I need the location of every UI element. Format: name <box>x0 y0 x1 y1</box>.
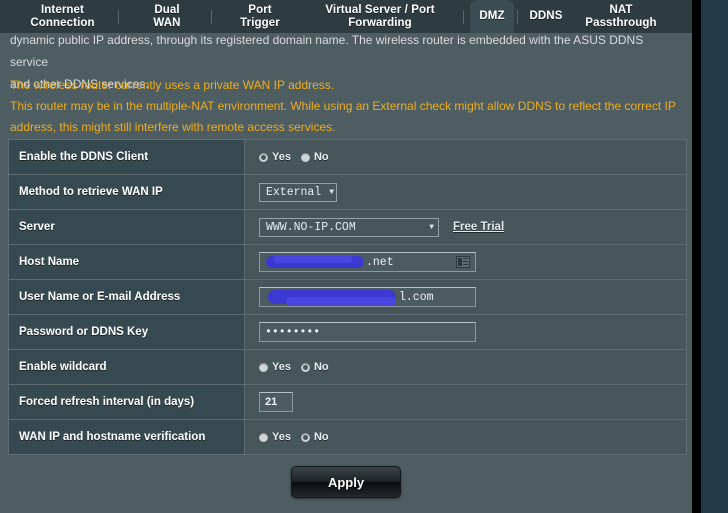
radio-label: Yes <box>272 361 291 373</box>
radio-group-enable-wildcard: Yes No <box>259 361 339 373</box>
tab-label-line2: Connection <box>30 16 95 29</box>
row-value-enable-wildcard: Yes No <box>245 350 686 384</box>
row-label-user-name: User Name or E-mail Address <box>9 280 245 314</box>
apply-button[interactable]: Apply <box>291 466 401 498</box>
radio-indicator <box>259 152 268 162</box>
table-row: Password or DDNS Key •••••••• <box>9 315 686 350</box>
user-name-value: l.com <box>399 290 434 304</box>
radio-indicator <box>300 432 310 442</box>
select-value: External <box>266 185 322 199</box>
contact-card-icon[interactable] <box>456 256 470 268</box>
tab-label-line2: WAN <box>153 16 181 29</box>
row-value-enable-ddns-client: Yes No <box>245 140 686 174</box>
table-row: Host Name .net <box>9 245 686 280</box>
radio-wan-ip-verification-no[interactable]: No <box>300 431 329 443</box>
row-value-forced-refresh: 21 <box>245 385 686 419</box>
warning-messages: The wireless router currently uses a pri… <box>10 75 682 138</box>
row-label-server: Server <box>9 210 245 244</box>
content-panel: Internet Connection Dual WAN Port Trigge… <box>0 0 692 513</box>
password-input[interactable]: •••••••• <box>259 322 476 342</box>
host-name-value: .net <box>366 255 394 269</box>
forced-refresh-input[interactable]: 21 <box>259 392 293 412</box>
radio-label: No <box>313 151 329 163</box>
tab-label-line1: DMZ <box>479 10 505 23</box>
tab-label-line1: DDNS <box>529 10 563 23</box>
redaction-overlay <box>274 255 352 263</box>
tab-separator <box>517 10 518 24</box>
tab-label-line1: Virtual Server / Port <box>325 4 435 16</box>
radio-label: Yes <box>272 151 291 163</box>
tab-separator <box>211 10 212 24</box>
chevron-down-icon: ▼ <box>429 222 434 232</box>
forced-refresh-value: 21 <box>265 396 278 408</box>
tab-label-line1: NAT <box>609 4 633 16</box>
radio-enable-wildcard-yes[interactable]: Yes <box>259 361 291 373</box>
row-value-method-wan-ip: External ▼ <box>245 175 686 209</box>
row-label-forced-refresh: Forced refresh interval (in days) <box>9 385 245 419</box>
table-row: User Name or E-mail Address l.com <box>9 280 686 315</box>
select-server[interactable]: WWW.NO-IP.COM ▼ <box>259 217 439 237</box>
table-row: Enable the DDNS Client Yes No <box>9 140 686 175</box>
radio-indicator <box>300 152 310 162</box>
tab-label-line1: Port <box>248 4 272 16</box>
tab-label-line1: Internet <box>41 4 84 16</box>
radio-label: No <box>313 361 329 373</box>
free-trial-link[interactable]: Free Trial <box>453 221 504 233</box>
tab-separator <box>118 10 119 24</box>
redaction-overlay <box>286 297 396 306</box>
radio-indicator <box>259 362 268 372</box>
table-row: Server WWW.NO-IP.COM ▼ Free Trial <box>9 210 686 245</box>
radio-enable-wildcard-no[interactable]: No <box>300 361 329 373</box>
radio-enable-ddns-client-yes[interactable]: Yes <box>259 151 291 163</box>
tab-label-line2: Trigger <box>240 16 280 29</box>
warning-multiple-nat-line2: address, this might still interfere with… <box>10 120 336 134</box>
panel-right-edge <box>692 0 701 513</box>
table-row: Method to retrieve WAN IP External ▼ <box>9 175 686 210</box>
row-value-password: •••••••• <box>245 315 686 349</box>
table-row: Enable wildcard Yes No <box>9 350 686 385</box>
row-label-password: Password or DDNS Key <box>9 315 245 349</box>
apply-button-container: Apply <box>0 466 692 498</box>
row-value-host-name: .net <box>245 245 686 279</box>
tab-label-line2: Passthrough <box>585 16 657 29</box>
table-row: WAN IP and hostname verification Yes No <box>9 420 686 455</box>
warning-private-wan-ip: The wireless router currently uses a pri… <box>10 78 335 92</box>
tab-label-line1: Dual <box>154 4 180 16</box>
row-value-wan-ip-verification: Yes No <box>245 420 686 454</box>
page-background-right <box>701 0 728 513</box>
intro-line-1: dynamic public IP address, through its r… <box>10 33 644 69</box>
radio-label: No <box>313 431 329 443</box>
row-label-enable-ddns-client: Enable the DDNS Client <box>9 140 245 174</box>
radio-group-wan-ip-verification: Yes No <box>259 431 339 443</box>
row-label-method-wan-ip: Method to retrieve WAN IP <box>9 175 245 209</box>
router-admin-screen: Internet Connection Dual WAN Port Trigge… <box>0 0 728 513</box>
tab-separator <box>463 10 464 24</box>
password-value: •••••••• <box>265 325 321 339</box>
chevron-down-icon: ▼ <box>329 187 335 197</box>
warning-multiple-nat-line1: This router may be in the multiple-NAT e… <box>10 99 676 113</box>
radio-label: Yes <box>272 431 291 443</box>
row-label-enable-wildcard: Enable wildcard <box>9 350 245 384</box>
radio-group-enable-ddns-client: Yes No <box>259 151 339 163</box>
host-name-input[interactable]: .net <box>259 252 476 272</box>
radio-indicator <box>259 432 268 442</box>
row-label-host-name: Host Name <box>9 245 245 279</box>
radio-wan-ip-verification-yes[interactable]: Yes <box>259 431 291 443</box>
select-value: WWW.NO-IP.COM <box>266 220 356 234</box>
row-value-user-name: l.com <box>245 280 686 314</box>
radio-indicator <box>300 362 310 372</box>
tab-label-line2: Forwarding <box>348 16 412 29</box>
ddns-settings-table: Enable the DDNS Client Yes No Method to … <box>8 139 687 455</box>
row-value-server: WWW.NO-IP.COM ▼ Free Trial <box>245 210 686 244</box>
radio-enable-ddns-client-no[interactable]: No <box>300 151 329 163</box>
row-label-wan-ip-verification: WAN IP and hostname verification <box>9 420 245 454</box>
table-row: Forced refresh interval (in days) 21 <box>9 385 686 420</box>
select-method-wan-ip[interactable]: External ▼ <box>259 182 337 202</box>
user-name-input[interactable]: l.com <box>259 287 476 307</box>
